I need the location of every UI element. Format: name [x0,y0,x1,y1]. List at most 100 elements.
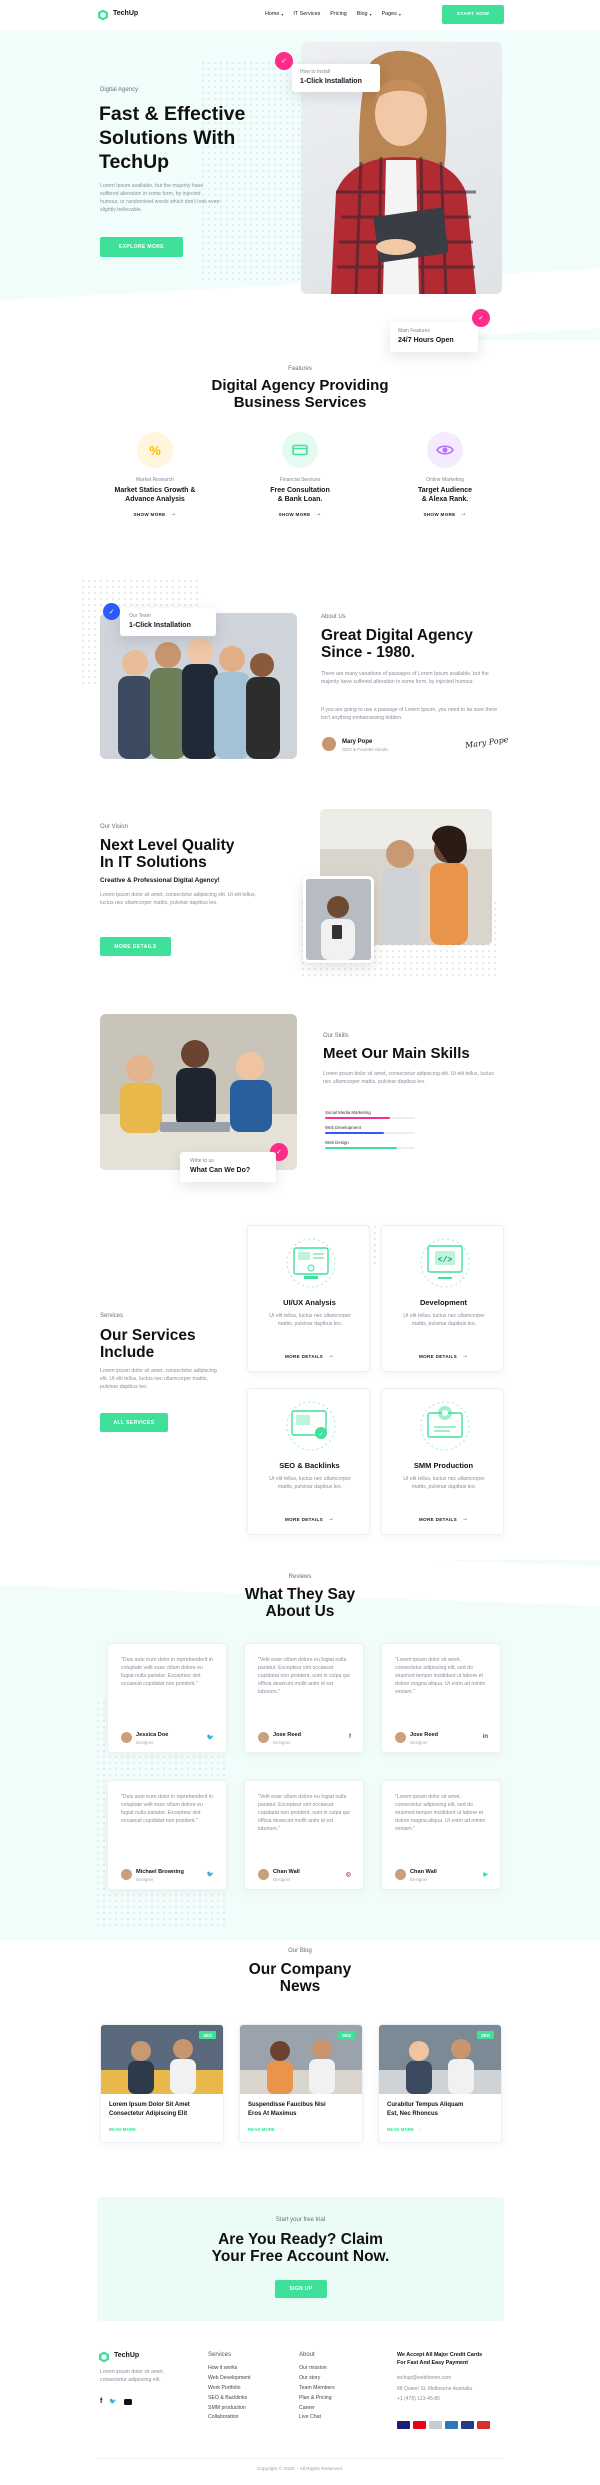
blog-title[interactable]: Curabitur Tempus Aliquam [387,2102,463,2108]
more-details-label: MORE DETAILS [419,1516,457,1522]
feature-title: & Alexa Rank. [421,496,469,504]
service-card[interactable]: ✓ SEO & Backlinks Ut elit tellus, luctus n… [247,1388,370,1535]
blog-tag[interactable]: SEO [477,2031,494,2039]
instagram-icon[interactable]: ◎ [346,1871,351,1878]
install-card-label: How to Install [300,69,331,75]
services-title-line: Include [100,1344,155,1361]
footer-link[interactable]: Work Portfolio [208,2384,251,2394]
code-icon: </> [418,1236,472,1290]
youtube-icon[interactable] [123,2399,132,2405]
blog-title[interactable]: Eros At Maximus [248,2111,296,2117]
nav-link-blog[interactable]: Blog ▾ [357,11,372,17]
start-now-button[interactable]: START NOW [442,5,504,24]
footer-link[interactable]: Career [299,2404,335,2414]
footer-link[interactable]: Our story [299,2374,335,2384]
blog-title[interactable]: Consectetur Adipiscing Elit [109,2111,187,2117]
footer-social: f 🐦 [100,2398,132,2405]
read-more-link[interactable]: READ MORE → [109,2126,144,2132]
about-title: Great Digital Agency Since - 1980. [321,627,473,661]
review-card: "Duis aute irure dolor in reprehenderit … [107,1780,227,1890]
brand-name[interactable]: TechUp [113,10,138,17]
reviewer-name: Jose Reed [410,1732,438,1738]
show-more-link[interactable]: SHOW MORE → [423,511,466,517]
services-description: Lorem ipsum dolor sit amet, consectetur … [100,1368,217,1391]
nav-link-pages[interactable]: Pages ▾ [382,11,401,17]
footer-email[interactable]: techup@webtheme.com [397,2373,472,2384]
payment-cards [397,2421,490,2429]
footer-link[interactable]: SEO & Backlinks [208,2394,251,2404]
skill-fill [325,1132,385,1134]
footer-link[interactable]: Our mission [299,2364,335,2374]
service-title: UI/UX Analysis [283,1298,336,1307]
sign-up-button[interactable]: SIGN UP [275,2280,327,2298]
blog-card[interactable]: SEO Lorem Ipsum Dolor Sit Amet Consectetur… [100,2024,224,2143]
twitter-icon[interactable]: 🐦 [109,2398,116,2405]
arrow-right-icon: → [460,511,467,518]
feature-title: & Bank Loan. [277,496,323,504]
hero-title-line: Solutions With [99,127,236,149]
more-details-link[interactable]: MORE DETAILS → [248,1353,371,1359]
footer-link[interactable]: Collaboration [208,2413,251,2423]
smm-icon [418,1399,472,1453]
blog-card[interactable]: SEO Suspendisse Faucibus Nisi Eros At Maxi… [239,2024,363,2143]
nav-link-label: IT Services [293,11,321,17]
cta-eyebrow: Start your free trial [275,2217,326,2223]
twitter-icon[interactable]: 🐦 [207,1734,214,1741]
footer-link[interactable]: Live Chat [299,2413,335,2423]
read-more-link[interactable]: READ MORE → [387,2126,422,2132]
linkedin-icon[interactable]: in [483,1734,488,1740]
all-services-button[interactable]: ALL SERVICES [100,1413,168,1432]
twitter-icon[interactable]: 🐦 [207,1871,214,1878]
vision-title-line: Next Level Quality [100,837,235,854]
youtube-icon[interactable]: ▶ [483,1871,488,1878]
eye-icon [427,432,463,468]
hero-description: Lorem Ipsum available, but the majority … [100,183,220,214]
blog-title[interactable]: Est, Nec Rhoncus [387,2111,438,2117]
more-details-link[interactable]: MORE DETAILS → [248,1516,371,1522]
services-title-line: Our Services [100,1327,196,1344]
brand-logo-icon[interactable] [97,8,109,21]
visa-card-icon [397,2421,410,2429]
blog-title[interactable]: Lorem Ipsum Dolor Sit Amet [109,2102,190,2108]
blog-tag[interactable]: SEO [199,2031,216,2039]
blog-title[interactable]: Suspendisse Faucibus Nisi [248,2102,326,2108]
blog-tag[interactable]: SEO [338,2031,355,2039]
footer-logo-icon[interactable] [98,2350,110,2363]
services-title: Our Services Include [100,1327,196,1361]
nav-link-home[interactable]: Home ▾ [265,11,283,17]
show-more-link[interactable]: SHOW MORE → [278,511,321,517]
svg-text:%: % [149,443,161,458]
more-details-link[interactable]: MORE DETAILS → [382,1353,505,1359]
service-card[interactable]: UI/UX Analysis Ut elit tellus, luctus nec… [247,1225,370,1372]
nav-link-pricing[interactable]: Pricing [330,11,346,17]
skill-fill [325,1147,397,1149]
team-card-title: 1-Click Installation [129,622,191,629]
service-card[interactable]: </> Development Ut elit tellus, luctus nec… [381,1225,504,1372]
arrow-right-icon: → [416,2126,422,2132]
footer-link[interactable]: Plan & Pricing [299,2394,335,2404]
service-card[interactable]: SMM Production Ut elit tellus, luctus nec… [381,1388,504,1535]
skill-track [325,1117,415,1119]
footer-link[interactable]: Web Development [208,2374,251,2384]
review-card: "Lorem ipsum dolor sit amet, consectetur… [381,1780,501,1890]
feature-title: Market Statics Growth & [114,487,196,494]
footer-link[interactable]: SMM production [208,2404,251,2414]
show-more-label: SHOW MORE [133,511,166,517]
footer-about-list: Our mission Our story Team Members Plan & P… [299,2364,335,2423]
explore-more-button[interactable]: EXPLORE MORE [100,237,183,257]
nav-link-it-services[interactable]: IT Services [293,11,320,17]
more-details-button[interactable]: MORE DETAILS [100,937,171,956]
read-more-link[interactable]: READ MORE → [248,2126,283,2132]
blog-card[interactable]: SEO Curabitur Tempus Aliquam Est, Nec Rhon… [378,2024,502,2143]
facebook-icon[interactable]: f [349,1734,351,1740]
skill-fill [325,1117,390,1119]
arrow-right-icon: → [461,1516,468,1522]
show-more-link[interactable]: SHOW MORE → [133,511,176,517]
footer-phone[interactable]: +1 (478) 123-45-85 [397,2394,472,2405]
footer-link[interactable]: Team Members [299,2384,335,2394]
install-card-title: 1-Click Installation [300,78,362,85]
chevron-down-icon: ▾ [369,11,372,17]
footer-link[interactable]: How it works [208,2364,251,2374]
more-details-link[interactable]: MORE DETAILS → [382,1516,505,1522]
facebook-icon[interactable]: f [100,2398,102,2405]
